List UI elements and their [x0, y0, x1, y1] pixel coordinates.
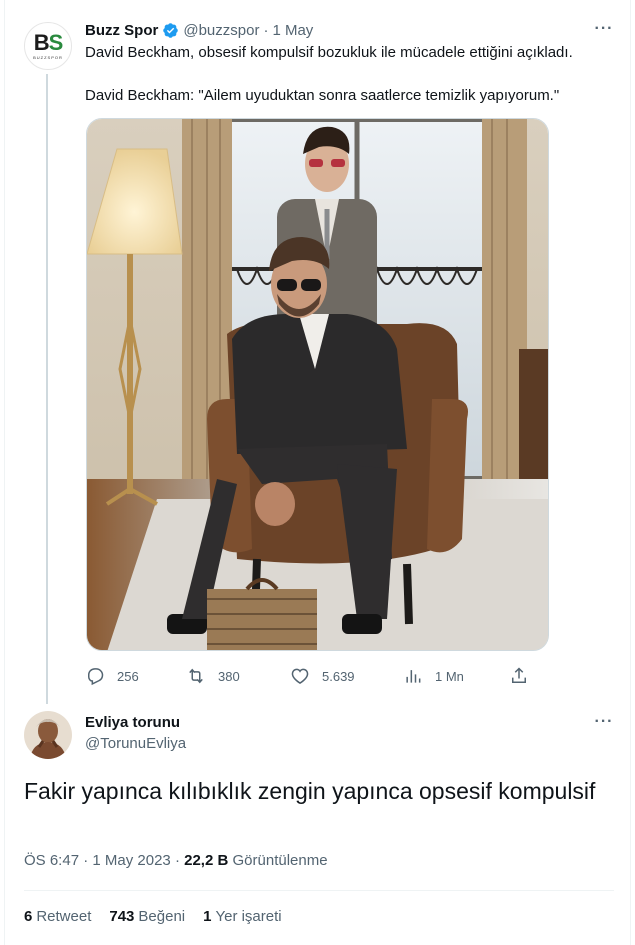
photo-illustration — [87, 119, 548, 650]
verified-badge-icon — [163, 22, 179, 38]
tweet-text-line-2: David Beckham: "Ailem uyuduktan sonra sa… — [85, 87, 560, 104]
reply-author-name[interactable]: Evliya torunu — [85, 714, 180, 731]
tweet-date[interactable]: 1 May — [272, 22, 313, 39]
tweet-text-line-1: David Beckham, obsesif kompulsif bozuklu… — [85, 44, 573, 61]
tweet-action-bar: 256 380 5.639 1 Mn — [85, 664, 535, 688]
avatar-logo-subtext: BUZZSPOR — [33, 55, 63, 60]
reply-tweet-text: Fakir yapınca kılıbıklık zengin yapınca … — [24, 778, 596, 804]
like-stat-count: 743 — [109, 908, 135, 925]
reply-more-options-icon[interactable]: ··· — [594, 714, 614, 735]
evliya-avatar-image — [24, 711, 72, 759]
evliya-avatar[interactable] — [24, 711, 72, 759]
bookmark-stat[interactable]: 1 Yer işareti — [203, 908, 282, 925]
parent-tweet-header: Buzz Spor @buzzspor · 1 May — [85, 20, 313, 40]
views-chart-icon — [406, 670, 421, 683]
more-options-icon[interactable]: ··· — [594, 21, 614, 42]
share-icon — [512, 667, 526, 683]
retweet-stat-label: Retweet — [36, 908, 92, 925]
buzzspor-avatar[interactable]: BS BUZZSPOR — [24, 22, 72, 70]
retweet-stat[interactable]: 6 Retweet — [24, 908, 91, 925]
views-label: Görüntülenme — [232, 852, 328, 869]
author-name[interactable]: Buzz Spor — [85, 22, 158, 39]
reply-time[interactable]: ÖS 6:47 — [24, 852, 79, 869]
header-separator: · — [263, 21, 269, 39]
avatar-logo-text: BS — [33, 30, 64, 55]
avatar-logo: BS — [33, 30, 64, 55]
reply-count: 256 — [117, 668, 139, 684]
views-count: 1 Mn — [435, 668, 464, 684]
reply-author-handle[interactable]: @TorunuEvliya — [85, 735, 186, 752]
reply-meta: ÖS 6:47 · 1 May 2023 · 22,2 B Görüntülen… — [24, 852, 328, 869]
author-handle[interactable]: @buzzspor — [183, 22, 259, 39]
like-stat[interactable]: 743 Beğeni — [109, 908, 185, 925]
views-total: 22,2 B — [184, 852, 229, 869]
reply-icon — [88, 668, 104, 686]
share-button[interactable] — [509, 664, 541, 688]
bookmark-stat-count: 1 — [203, 908, 212, 925]
like-button[interactable]: 5.639 — [290, 664, 355, 688]
divider — [24, 890, 614, 891]
heart-icon — [291, 668, 309, 684]
reply-date[interactable]: 1 May 2023 — [92, 852, 170, 869]
meta-separator-1: · — [83, 852, 89, 869]
like-stat-label: Beğeni — [138, 908, 186, 925]
views-button[interactable]: 1 Mn — [403, 664, 464, 688]
retweet-stat-count: 6 — [24, 908, 33, 925]
thread-line — [46, 74, 48, 704]
retweet-count: 380 — [218, 668, 240, 684]
like-count: 5.639 — [322, 668, 355, 684]
tweet-photo[interactable] — [86, 118, 549, 651]
bookmark-stat-label: Yer işareti — [215, 908, 282, 925]
retweet-icon — [189, 668, 203, 684]
reply-button[interactable]: 256 — [85, 664, 139, 688]
retweet-button[interactable]: 380 — [186, 664, 240, 688]
reply-stats: 6 Retweet 743 Beğeni 1 Yer işareti — [24, 908, 300, 925]
meta-separator-2: · — [174, 852, 180, 869]
